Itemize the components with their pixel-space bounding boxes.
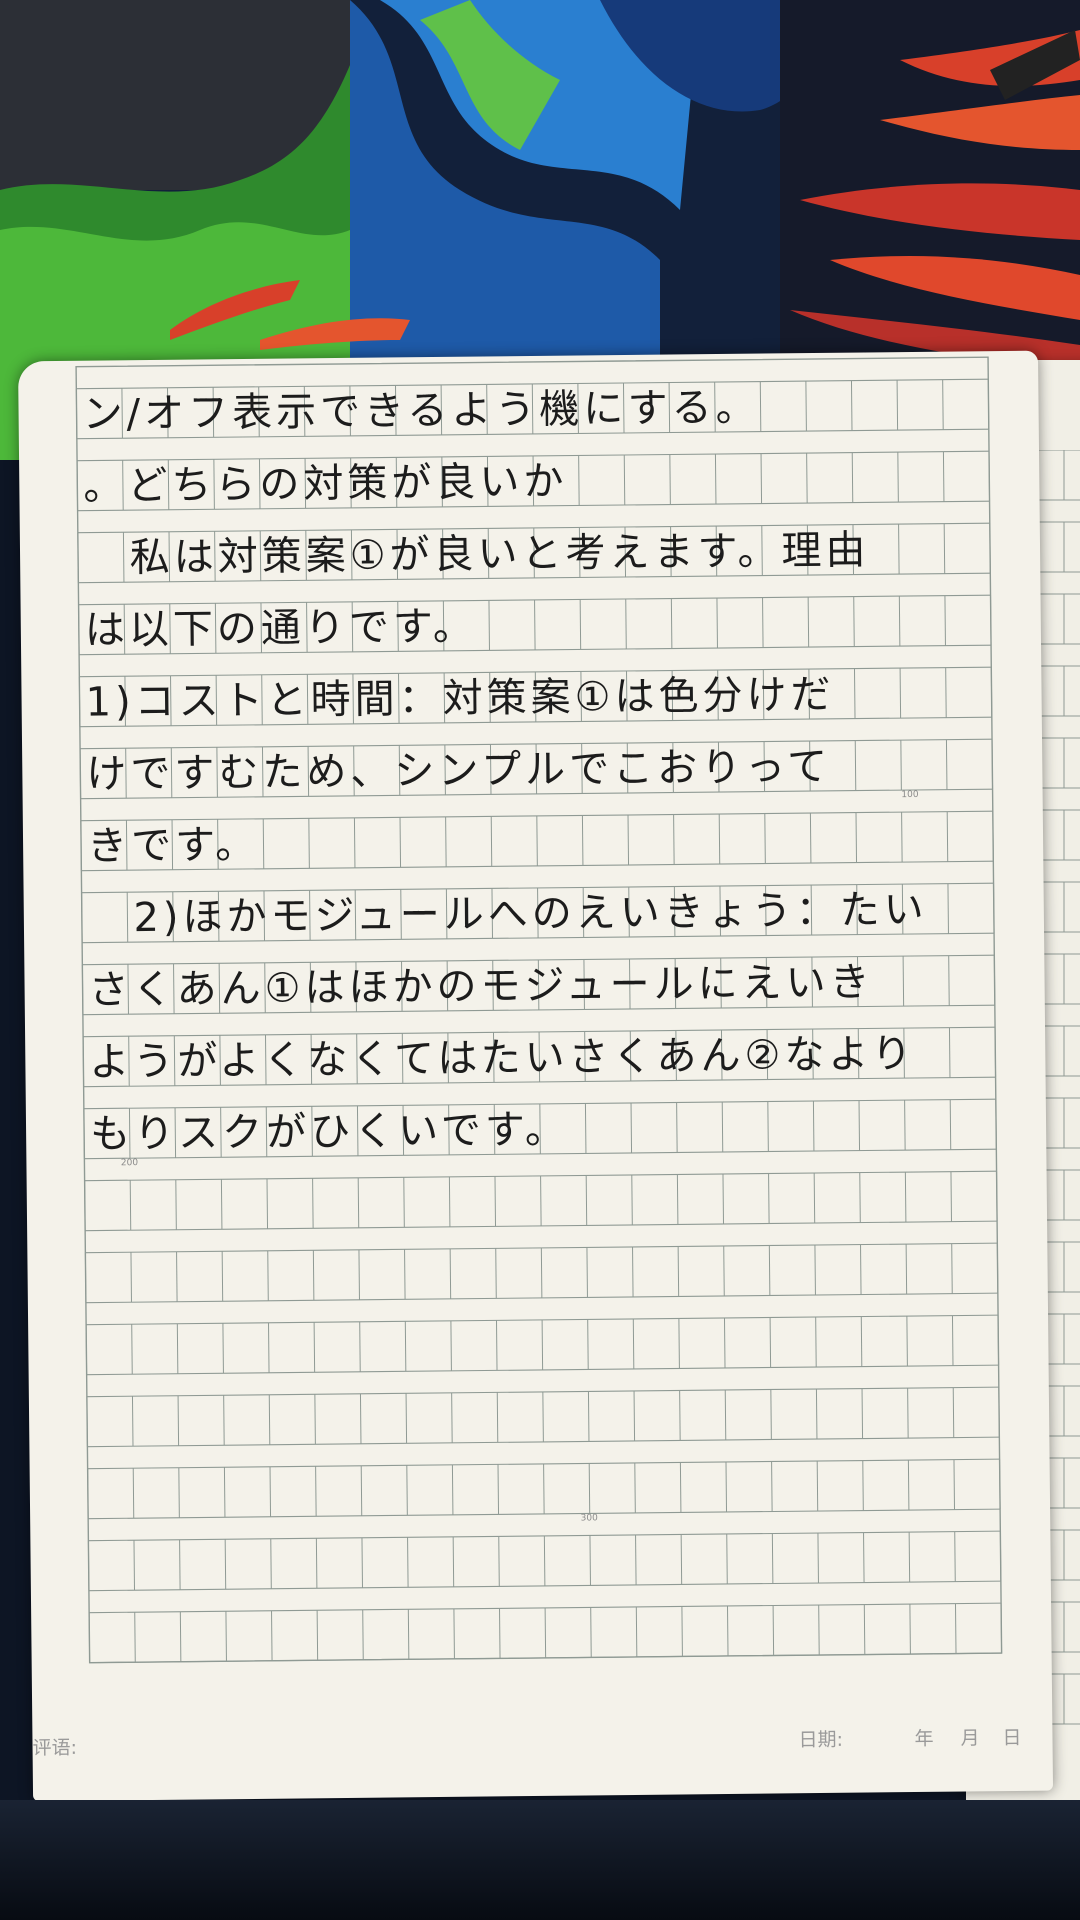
handwritten-line: けですむため、シンプルでこおりって — [86, 744, 831, 798]
handwritten-line: ようがよくなくてはたいさくあん②なより — [89, 1031, 916, 1086]
handwritten-line: 私は対策案①が良いと考えます。理由 — [129, 527, 869, 581]
year-label: 年 — [914, 1727, 934, 1751]
handwritten-line: ン/オフ表示できるよう機にする。 — [82, 385, 760, 438]
grid-counter-300: 300 — [580, 1513, 598, 1524]
handwritten-line: きです。 — [87, 822, 259, 870]
handwritten-line: さくあん①はほかのモジュールにえいき — [88, 959, 874, 1013]
handwritten-line: は以下の通りです。 — [85, 604, 477, 654]
month-label: 月 — [960, 1727, 980, 1750]
genkou-grid: ン/オフ表示できるよう機にする。。どちらの対策が良いか私は対策案①が良いと考えま… — [75, 356, 1003, 1664]
handwritten-line: 2)ほかモジュールへのえいきょう：たい — [133, 887, 928, 941]
notebook-page: ン/オフ表示できるよう機にする。 。どちらの対策が良いか私は対策案①が良いと考えま… — [18, 350, 1054, 1802]
handwritten-line: 1)コストと時間：対策案①は色分けだ — [85, 672, 834, 726]
grid-counter-200: 200 — [120, 1158, 139, 1169]
date-label: 日期: — [798, 1728, 844, 1752]
photo-scene: ン/オフ表示できるよう機にする。 。どちらの対策が良いか私は対策案①が良いと考えま… — [0, 0, 1080, 1920]
handwritten-line: もりスクがひくいです。 — [90, 1107, 569, 1158]
day-label: 日 — [1002, 1726, 1022, 1750]
grid-counter-100: 100 — [901, 789, 919, 801]
handwritten-text: ン/オフ表示できるよう機にする。。どちらの対策が良いか私は対策案①が良いと考えま… — [82, 385, 928, 1158]
handwritten-line: 。どちらの対策が良いか — [83, 459, 567, 510]
comment-label: 评语: — [32, 1736, 78, 1760]
table-surface — [0, 1800, 1080, 1920]
